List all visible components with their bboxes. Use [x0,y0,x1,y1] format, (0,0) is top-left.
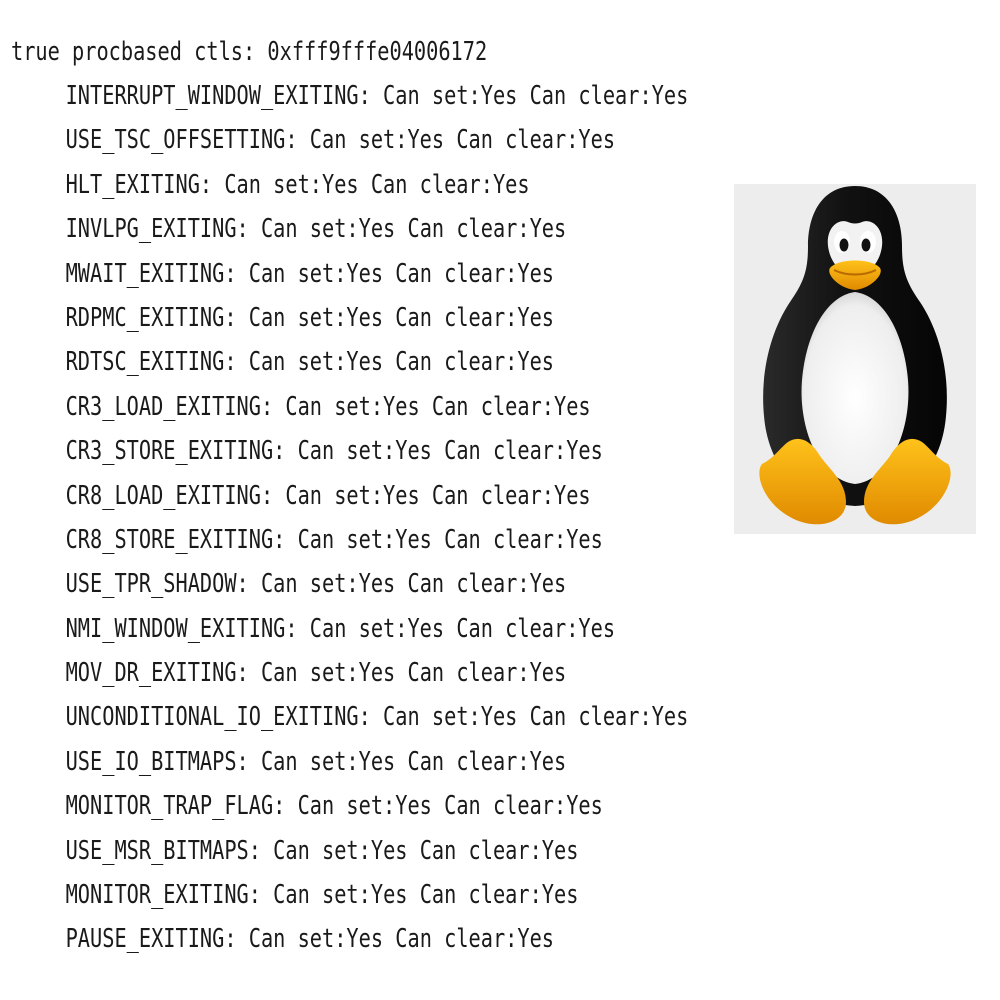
control-name: CR3_LOAD_EXITING [65,391,261,422]
control-name: UNCONDITIONAL_IO_EXITING [65,702,359,733]
control-name: USE_MSR_BITMAPS [65,835,249,866]
control-line: INVLPG_EXITING: Can set:Yes Can clear:Ye… [65,214,567,245]
control-status: Can set:Yes Can clear:Yes [260,746,567,777]
control-name: INVLPG_EXITING [65,214,237,245]
control-status: Can set:Yes Can clear:Yes [285,391,591,422]
control-line: CR3_STORE_EXITING: Can set:Yes Can clear… [65,436,603,467]
control-status: Can set:Yes Can clear:Yes [297,791,603,822]
control-name: RDPMC_EXITING [65,302,225,333]
control-status: Can set:Yes Can clear:Yes [309,613,616,644]
control-line: MONITOR_TRAP_FLAG: Can set:Yes Can clear… [65,791,603,822]
control-name: USE_TSC_OFFSETTING [65,125,286,156]
control-line: USE_IO_BITMAPS: Can set:Yes Can clear:Ye… [65,746,567,777]
control-line: MONITOR_EXITING: Can set:Yes Can clear:Y… [65,880,579,911]
control-status: Can set:Yes Can clear:Yes [297,524,603,555]
control-name: USE_TPR_SHADOW [65,569,237,600]
control-line: CR8_LOAD_EXITING: Can set:Yes Can clear:… [65,480,591,511]
control-name: PAUSE_EXITING [65,924,225,955]
control-status: Can set:Yes Can clear:Yes [224,169,530,200]
control-line: USE_TPR_SHADOW: Can set:Yes Can clear:Ye… [65,569,567,600]
control-status: Can set:Yes Can clear:Yes [285,480,591,511]
control-line: USE_TSC_OFFSETTING: Can set:Yes Can clea… [65,125,616,156]
control-name: HLT_EXITING [65,169,200,200]
control-line: USE_MSR_BITMAPS: Can set:Yes Can clear:Y… [65,835,579,866]
procbased-ctls-header: true procbased ctls: 0xfff9fffe04006172 [11,37,488,67]
control-line: MOV_DR_EXITING: Can set:Yes Can clear:Ye… [65,658,567,689]
control-name: USE_IO_BITMAPS [65,746,237,777]
control-name: MONITOR_TRAP_FLAG [65,791,274,822]
control-status: Can set:Yes Can clear:Yes [248,302,555,333]
control-status: Can set:Yes Can clear:Yes [260,214,567,245]
control-name: MONITOR_EXITING [65,880,249,911]
control-line: HLT_EXITING: Can set:Yes Can clear:Yes [65,169,530,200]
control-status: Can set:Yes Can clear:Yes [297,436,603,467]
control-status: Can set:Yes Can clear:Yes [248,347,555,378]
tux-penguin-icon [759,186,951,525]
control-line: RDTSC_EXITING: Can set:Yes Can clear:Yes [65,347,555,378]
control-status: Can set:Yes Can clear:Yes [273,835,579,866]
control-name: CR3_STORE_EXITING [65,436,274,467]
tux-penguin-image [734,184,976,534]
control-line: CR8_STORE_EXITING: Can set:Yes Can clear… [65,524,603,555]
control-line: UNCONDITIONAL_IO_EXITING: Can set:Yes Ca… [65,702,689,733]
control-line: PAUSE_EXITING: Can set:Yes Can clear:Yes [65,924,555,955]
control-name: INTERRUPT_WINDOW_EXITING [65,81,359,111]
control-line: CR3_LOAD_EXITING: Can set:Yes Can clear:… [65,391,591,422]
control-name: MOV_DR_EXITING [65,658,237,689]
control-name: CR8_LOAD_EXITING [65,480,261,511]
control-status: Can set:Yes Can clear:Yes [383,81,689,111]
control-status: Can set:Yes Can clear:Yes [273,880,579,911]
control-name: MWAIT_EXITING [65,258,225,289]
control-line: NMI_WINDOW_EXITING: Can set:Yes Can clea… [65,613,616,644]
control-name: CR8_STORE_EXITING [65,524,274,555]
control-status: Can set:Yes Can clear:Yes [309,125,616,156]
control-line: RDPMC_EXITING: Can set:Yes Can clear:Yes [65,302,555,333]
control-name: RDTSC_EXITING [65,347,225,378]
control-status: Can set:Yes Can clear:Yes [383,702,689,733]
control-status: Can set:Yes Can clear:Yes [260,569,567,600]
control-line: INTERRUPT_WINDOW_EXITING: Can set:Yes Ca… [65,81,689,111]
control-status: Can set:Yes Can clear:Yes [260,658,567,689]
control-line: MWAIT_EXITING: Can set:Yes Can clear:Yes [65,258,555,289]
control-status: Can set:Yes Can clear:Yes [248,924,555,955]
control-status: Can set:Yes Can clear:Yes [248,258,555,289]
control-name: NMI_WINDOW_EXITING [65,613,286,644]
